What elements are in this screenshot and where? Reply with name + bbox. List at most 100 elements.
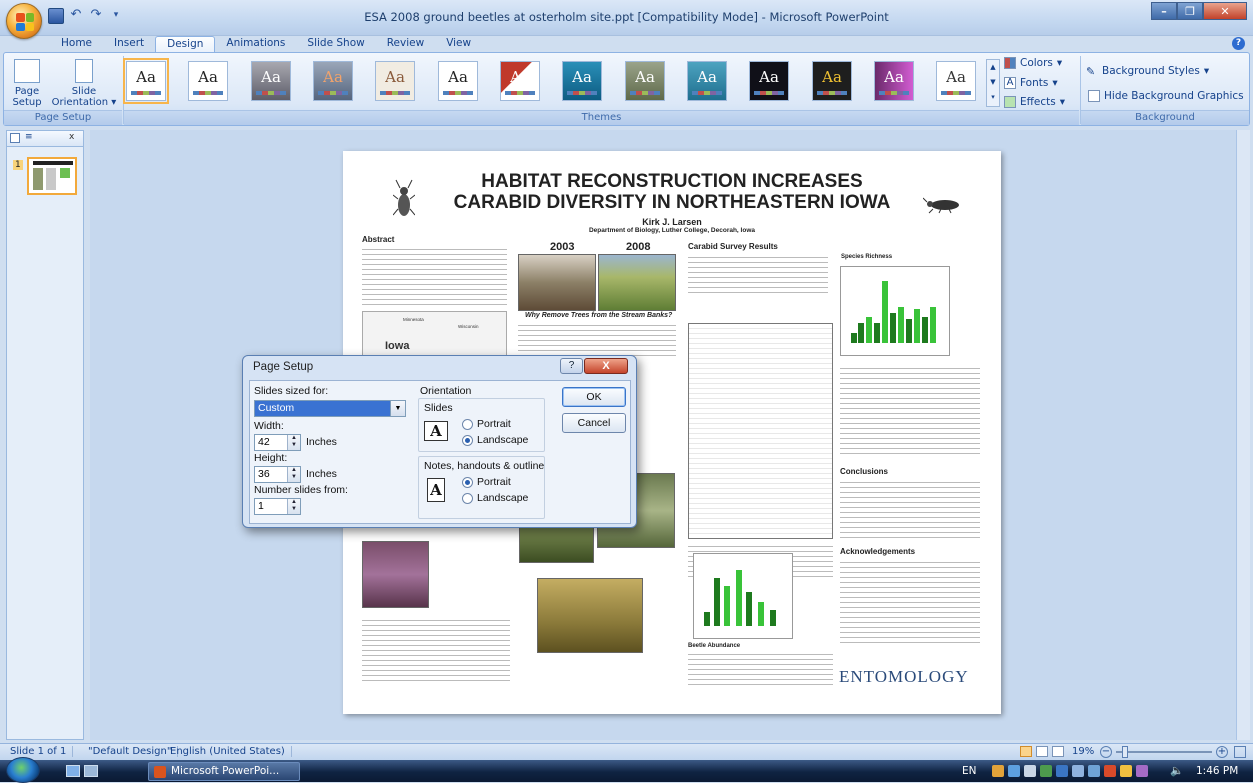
cancel-button[interactable]: Cancel: [562, 413, 626, 433]
tab-view[interactable]: View: [435, 36, 482, 53]
slides-portrait-radio[interactable]: Portrait: [462, 418, 511, 430]
theme-9[interactable]: Aa: [625, 61, 665, 101]
species-richness-chart: [840, 266, 950, 356]
zoom-level[interactable]: 19%: [1072, 746, 1094, 757]
vertical-scrollbar[interactable]: [1236, 130, 1250, 740]
landscape-orientation-icon: A: [424, 421, 448, 441]
theme-11[interactable]: Aa: [749, 61, 789, 101]
input-language[interactable]: EN: [962, 765, 977, 777]
thumbnail-title: [33, 161, 73, 165]
fonts-button[interactable]: A Fonts ▾: [1004, 77, 1058, 89]
conclusions-heading: Conclusions: [840, 467, 889, 476]
tray-messenger-icon[interactable]: [1056, 765, 1068, 777]
theme-3[interactable]: Aa: [251, 61, 291, 101]
tray-media-icon[interactable]: [1136, 765, 1148, 777]
tab-home[interactable]: Home: [50, 36, 103, 53]
outline-tab-icon[interactable]: ≡: [25, 132, 33, 142]
minimize-button[interactable]: –: [1151, 2, 1177, 20]
fit-slide-icon[interactable]: [1234, 746, 1246, 758]
ribbon-tabs: Home Insert Design Animations Slide Show…: [50, 36, 482, 53]
zoom-in-icon[interactable]: +: [1216, 746, 1228, 758]
tab-animations[interactable]: Animations: [215, 36, 296, 53]
tray-update-icon[interactable]: [1088, 765, 1100, 777]
beetle-abundance-heading: Beetle Abundance: [688, 643, 741, 649]
ok-button[interactable]: OK: [562, 387, 626, 407]
tray-display-icon[interactable]: [1072, 765, 1084, 777]
tab-slide-show[interactable]: Slide Show: [296, 36, 375, 53]
language-indicator[interactable]: English (United States): [164, 746, 292, 757]
theme-6[interactable]: Aa: [438, 61, 478, 101]
tray-network-icon[interactable]: [1008, 765, 1020, 777]
height-input[interactable]: 36 ▲ ▼: [254, 466, 301, 483]
theme-5[interactable]: Aa: [375, 61, 415, 101]
theme-12[interactable]: Aa: [812, 61, 852, 101]
dialog-help-button[interactable]: ?: [560, 358, 583, 374]
group-label-themes: Themes: [124, 110, 1079, 125]
theme-13[interactable]: Aa: [874, 61, 914, 101]
survey-results-text: [688, 254, 828, 294]
notes-portrait-radio[interactable]: Portrait: [462, 476, 511, 488]
volume-icon[interactable]: 🔈: [1170, 765, 1184, 777]
clock[interactable]: 1:46 PM: [1196, 765, 1238, 777]
normal-view-icon[interactable]: [1020, 746, 1032, 757]
close-pane-icon[interactable]: x: [69, 132, 74, 142]
width-unit: Inches: [306, 436, 337, 448]
office-button[interactable]: [6, 3, 42, 39]
theme-4[interactable]: Aa: [313, 61, 353, 101]
zoom-slider[interactable]: [1116, 751, 1212, 753]
theme-14[interactable]: Aa: [936, 61, 976, 101]
slide-sorter-icon[interactable]: [1036, 746, 1048, 757]
theme-gallery-scroll[interactable]: ▲ ▼ ▾: [986, 59, 1000, 107]
slide-orientation-button[interactable]: Slide Orientation ▾: [48, 59, 120, 108]
species-richness-text: [840, 365, 980, 455]
page-setup-button[interactable]: Page Setup: [8, 59, 46, 108]
spinner-icon[interactable]: ▲ ▼: [287, 435, 300, 450]
theme-office[interactable]: Aa: [123, 58, 169, 104]
slide-counter: Slide 1 of 1: [4, 746, 74, 757]
theme-7[interactable]: Aa: [500, 61, 540, 101]
taskbar-powerpoint-item[interactable]: Microsoft PowerPoi...: [148, 762, 300, 781]
height-label: Height:: [254, 452, 288, 464]
office-logo-icon: [16, 13, 34, 31]
help-icon[interactable]: ?: [1232, 37, 1245, 50]
theme-2[interactable]: Aa: [188, 61, 228, 101]
restore-button[interactable]: ❐: [1177, 2, 1203, 20]
effects-button[interactable]: Effects ▾: [1004, 96, 1065, 108]
spinner-icon[interactable]: ▲ ▼: [287, 467, 300, 482]
slides-tab-icon[interactable]: [10, 133, 20, 143]
slide-thumbnail[interactable]: [27, 157, 77, 195]
close-window-button[interactable]: ✕: [1203, 2, 1247, 20]
tray-folder-icon[interactable]: [1120, 765, 1132, 777]
start-button[interactable]: [6, 757, 40, 783]
tray-antivirus-icon[interactable]: [1104, 765, 1116, 777]
zoom-slider-thumb[interactable]: [1122, 746, 1128, 758]
background-styles-icon: ✎: [1086, 65, 1096, 78]
status-bar: Slide 1 of 1 "Default Design" English (U…: [0, 743, 1253, 760]
poster-affiliation: Department of Biology, Luther College, D…: [588, 227, 755, 234]
dialog-close-button[interactable]: X: [584, 358, 628, 374]
site-description-text: [362, 617, 510, 682]
zoom-out-icon[interactable]: −: [1100, 746, 1112, 758]
colors-button[interactable]: Colors ▾: [1004, 57, 1062, 69]
tray-security-icon[interactable]: [1024, 765, 1036, 777]
tab-review[interactable]: Review: [376, 36, 435, 53]
number-slides-from-input[interactable]: 1 ▲ ▼: [254, 498, 301, 515]
width-input[interactable]: 42 ▲ ▼: [254, 434, 301, 451]
slide-show-icon[interactable]: [1052, 746, 1064, 757]
slide-size-select[interactable]: Custom ▼: [254, 400, 406, 417]
theme-10[interactable]: Aa: [687, 61, 727, 101]
group-label-background: Background: [1081, 110, 1249, 125]
tray-sync-icon[interactable]: [1040, 765, 1052, 777]
tray-app-icon[interactable]: [992, 765, 1004, 777]
background-styles-button[interactable]: ✎ Background Styles ▾: [1086, 65, 1209, 78]
hide-background-checkbox[interactable]: Hide Background Graphics: [1088, 90, 1244, 102]
slides-landscape-radio[interactable]: Landscape: [462, 434, 528, 446]
switch-windows-icon[interactable]: [84, 765, 98, 777]
show-desktop-icon[interactable]: [66, 765, 80, 777]
tab-design[interactable]: Design: [155, 36, 216, 53]
tab-insert[interactable]: Insert: [103, 36, 155, 53]
theme-8[interactable]: Aa: [562, 61, 602, 101]
notes-landscape-radio[interactable]: Landscape: [462, 492, 528, 504]
spinner-icon[interactable]: ▲ ▼: [287, 499, 300, 514]
radio-icon: [462, 418, 473, 430]
